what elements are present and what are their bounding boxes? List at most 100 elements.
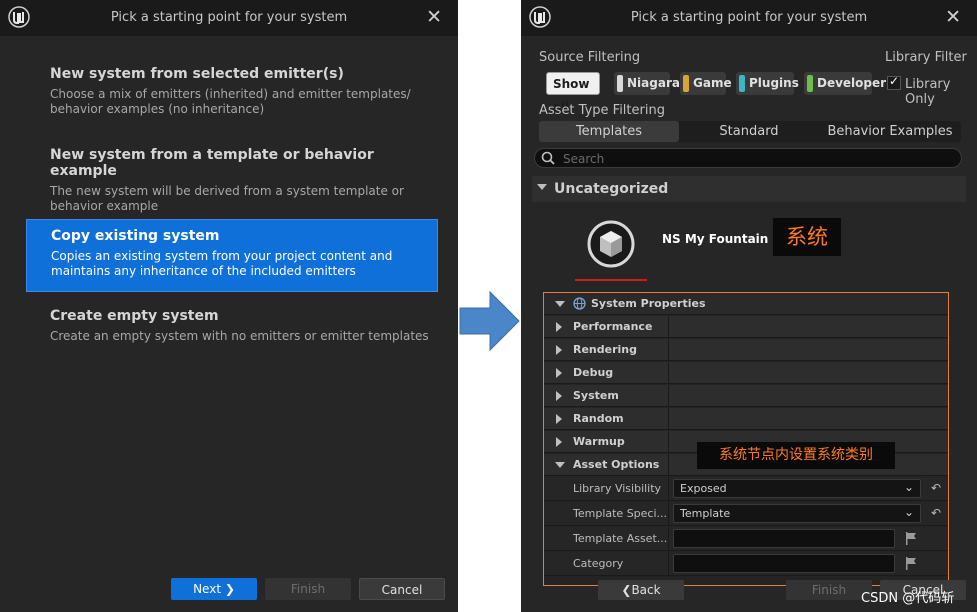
section-performance[interactable]: Performance <box>544 316 948 338</box>
column-divider <box>668 431 669 453</box>
section-label: Warmup <box>573 435 625 448</box>
globe-icon <box>573 297 586 310</box>
column-divider <box>668 362 669 384</box>
library-visibility-dropdown[interactable]: Exposed ⌄ <box>673 479 921 498</box>
option-copy-existing[interactable]: Copy existing system Copies an existing … <box>26 219 438 292</box>
section-debug[interactable]: Debug <box>544 362 948 384</box>
property-template-specification: Template Speci... Template ⌄ ↶ <box>544 502 948 526</box>
category-header[interactable]: Uncategorized <box>532 176 966 202</box>
dialog-title: Pick a starting point for your system <box>110 10 348 25</box>
expand-triangle-icon <box>556 437 562 447</box>
section-label: System <box>573 389 619 402</box>
finish-button[interactable]: Finish <box>786 580 872 600</box>
collapse-triangle-icon <box>555 301 565 307</box>
chip-show-all[interactable]: Show all <box>546 72 600 114</box>
option-description: The new system will be derived from a sy… <box>50 184 404 213</box>
library-filter-label: Library Filter <box>885 50 967 65</box>
property-label: Template Speci... <box>573 507 668 520</box>
developer-color-bar <box>807 75 813 92</box>
flag-icon[interactable] <box>905 532 917 545</box>
option-title: Copy existing system <box>51 228 220 244</box>
plugins-color-bar <box>739 75 745 92</box>
library-only-checkbox[interactable] <box>887 74 901 90</box>
chip-developer[interactable]: Developer <box>804 72 886 95</box>
option-title: New system from selected emitter(s) <box>50 66 344 82</box>
close-icon[interactable]: ✕ <box>945 6 961 28</box>
title-bar: Pick a starting point for your system ✕ <box>521 0 977 36</box>
watermark: CSDN @代码斩 <box>861 591 955 606</box>
column-divider <box>668 339 669 361</box>
right-arrow-icon <box>459 290 520 352</box>
game-color-bar <box>683 75 689 92</box>
section-random[interactable]: Random <box>544 408 948 430</box>
template-asset-field[interactable] <box>673 529 895 548</box>
column-divider <box>668 552 669 576</box>
column-divider <box>668 316 669 338</box>
collapse-triangle-icon <box>555 462 565 468</box>
option-title: New system from a template or behavior e… <box>50 147 374 179</box>
expand-triangle-icon <box>556 345 562 355</box>
option-title: Create empty system <box>50 308 219 324</box>
column-divider <box>668 502 669 526</box>
chevron-left-icon: ❮ <box>621 583 632 597</box>
category-label: Uncategorized <box>554 181 669 197</box>
property-label: Category <box>573 557 624 570</box>
section-system[interactable]: System <box>544 385 948 407</box>
system-properties-header[interactable]: System Properties <box>544 293 948 315</box>
column-divider <box>668 527 669 551</box>
expand-triangle-icon <box>556 414 562 424</box>
system-properties-panel: System Properties Performance Rendering … <box>543 292 949 586</box>
option-new-from-template[interactable]: New system from a template or behavior e… <box>26 141 438 213</box>
section-label: Rendering <box>573 343 637 356</box>
option-description: Create an empty system with no emitters … <box>50 329 429 343</box>
finish-button[interactable]: Finish <box>265 578 351 600</box>
search-input[interactable] <box>561 150 945 168</box>
expand-triangle-icon <box>556 322 562 332</box>
template-specification-dropdown[interactable]: Template ⌄ <box>673 504 921 523</box>
search-box <box>534 148 962 168</box>
option-new-from-emitters[interactable]: New system from selected emitter(s) Choo… <box>26 60 438 124</box>
section-rendering[interactable]: Rendering <box>544 339 948 361</box>
system-properties-label: System Properties <box>591 297 706 310</box>
cancel-button[interactable]: Cancel <box>359 578 445 600</box>
tab-behavior-examples[interactable]: Behavior Examples <box>819 121 961 142</box>
flag-icon[interactable] <box>905 557 917 570</box>
option-create-empty[interactable]: Create empty system Create an empty syst… <box>26 302 438 352</box>
close-icon[interactable]: ✕ <box>426 6 442 28</box>
system-asset-icon[interactable] <box>587 220 635 268</box>
niagara-color-bar <box>617 75 623 92</box>
chip-label: Plugins <box>749 76 799 90</box>
left-dialog: Pick a starting point for your system ✕ … <box>0 0 458 612</box>
chip-plugins[interactable]: Plugins <box>736 72 799 95</box>
dropdown-value: Exposed <box>680 482 727 495</box>
chip-label: Developer <box>817 76 887 90</box>
property-library-visibility: Library Visibility Exposed ⌄ ↶ <box>544 477 948 501</box>
chip-label: Niagara <box>627 76 680 90</box>
next-button[interactable]: Next ❯ <box>171 578 257 600</box>
category-field[interactable] <box>673 554 895 573</box>
search-icon <box>541 151 555 165</box>
collapse-triangle-icon <box>537 184 547 190</box>
chip-niagara[interactable]: Niagara <box>614 72 680 95</box>
chip-label: Game <box>693 76 732 90</box>
selection-underline <box>575 279 647 281</box>
tab-templates[interactable]: Templates <box>539 121 679 142</box>
property-template-asset: Template Asset... <box>544 527 948 551</box>
section-label: Debug <box>573 366 614 379</box>
asset-name[interactable]: NS My Fountain <box>662 232 768 246</box>
chevron-down-icon: ⌄ <box>903 505 914 519</box>
column-divider <box>668 408 669 430</box>
chip-game[interactable]: Game <box>680 72 732 95</box>
tab-standard[interactable]: Standard <box>679 121 819 142</box>
back-button[interactable]: ❮Back <box>598 580 684 600</box>
asset-type-tabs: Templates Standard Behavior Examples <box>539 121 961 142</box>
chevron-down-icon: ⌄ <box>903 480 914 494</box>
column-divider <box>668 385 669 407</box>
reset-to-default-icon[interactable]: ↶ <box>931 506 941 520</box>
reset-to-default-icon[interactable]: ↶ <box>931 481 941 495</box>
property-label: Template Asset... <box>573 532 668 545</box>
dialog-title: Pick a starting point for your system <box>630 10 868 25</box>
annotation-category: 系统节点内设置系统类别 <box>697 442 895 469</box>
section-label: Asset Options <box>573 458 660 471</box>
library-only-label: Library Only <box>905 77 951 107</box>
